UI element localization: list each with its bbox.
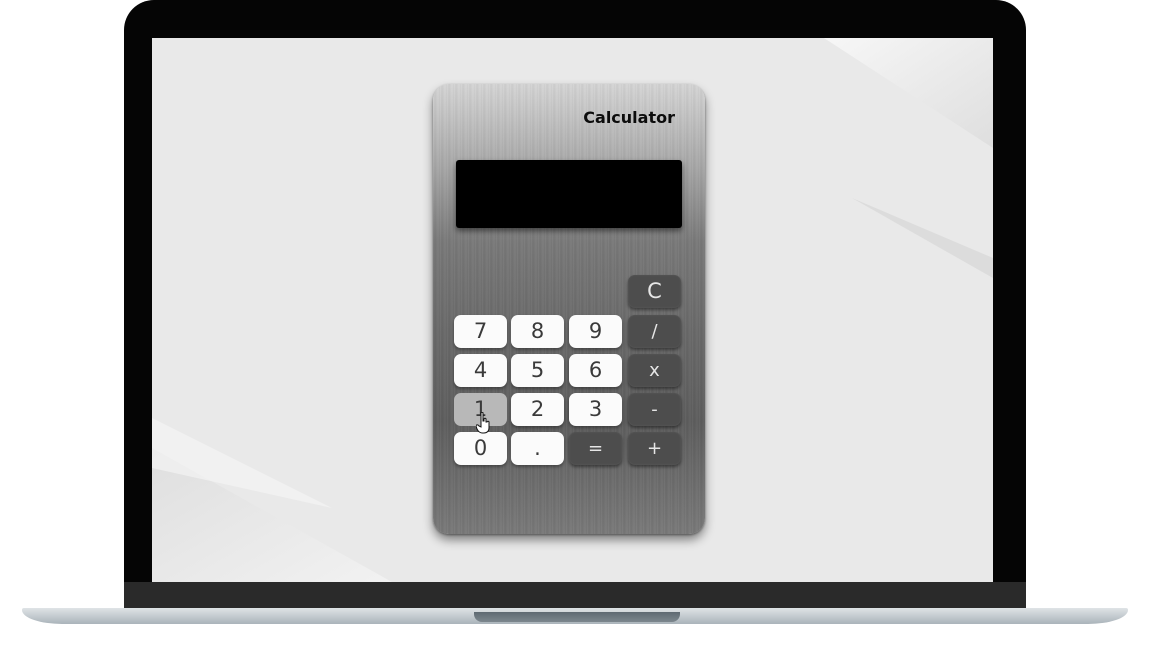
digit-9-button[interactable]: 9 xyxy=(569,315,622,348)
digit-4-button[interactable]: 4 xyxy=(454,354,507,387)
equals-button[interactable]: = xyxy=(569,432,622,465)
multiply-button[interactable]: x xyxy=(628,354,681,387)
digit-6-button[interactable]: 6 xyxy=(569,354,622,387)
digit-3-button[interactable]: 3 xyxy=(569,393,622,426)
clear-button[interactable]: C xyxy=(628,275,681,308)
hand-cursor-icon xyxy=(476,412,490,434)
digit-0-button[interactable]: 0 xyxy=(454,432,507,465)
calculator-display xyxy=(456,160,682,228)
laptop-hinge xyxy=(124,582,1026,608)
subtract-button[interactable]: - xyxy=(628,393,681,426)
digit-7-button[interactable]: 7 xyxy=(454,315,507,348)
calculator-body: Calculator C 7 8 9 / 4 5 6 x 1 2 3 - 0 .… xyxy=(433,84,705,534)
decimal-button[interactable]: . xyxy=(511,432,564,465)
digit-2-button[interactable]: 2 xyxy=(511,393,564,426)
stage: Calculator C 7 8 9 / 4 5 6 x 1 2 3 - 0 .… xyxy=(0,0,1152,648)
calculator-title: Calculator xyxy=(583,108,675,127)
divide-button[interactable]: / xyxy=(628,315,681,348)
laptop-base-notch xyxy=(474,612,680,622)
digit-5-button[interactable]: 5 xyxy=(511,354,564,387)
add-button[interactable]: + xyxy=(628,432,681,465)
digit-8-button[interactable]: 8 xyxy=(511,315,564,348)
